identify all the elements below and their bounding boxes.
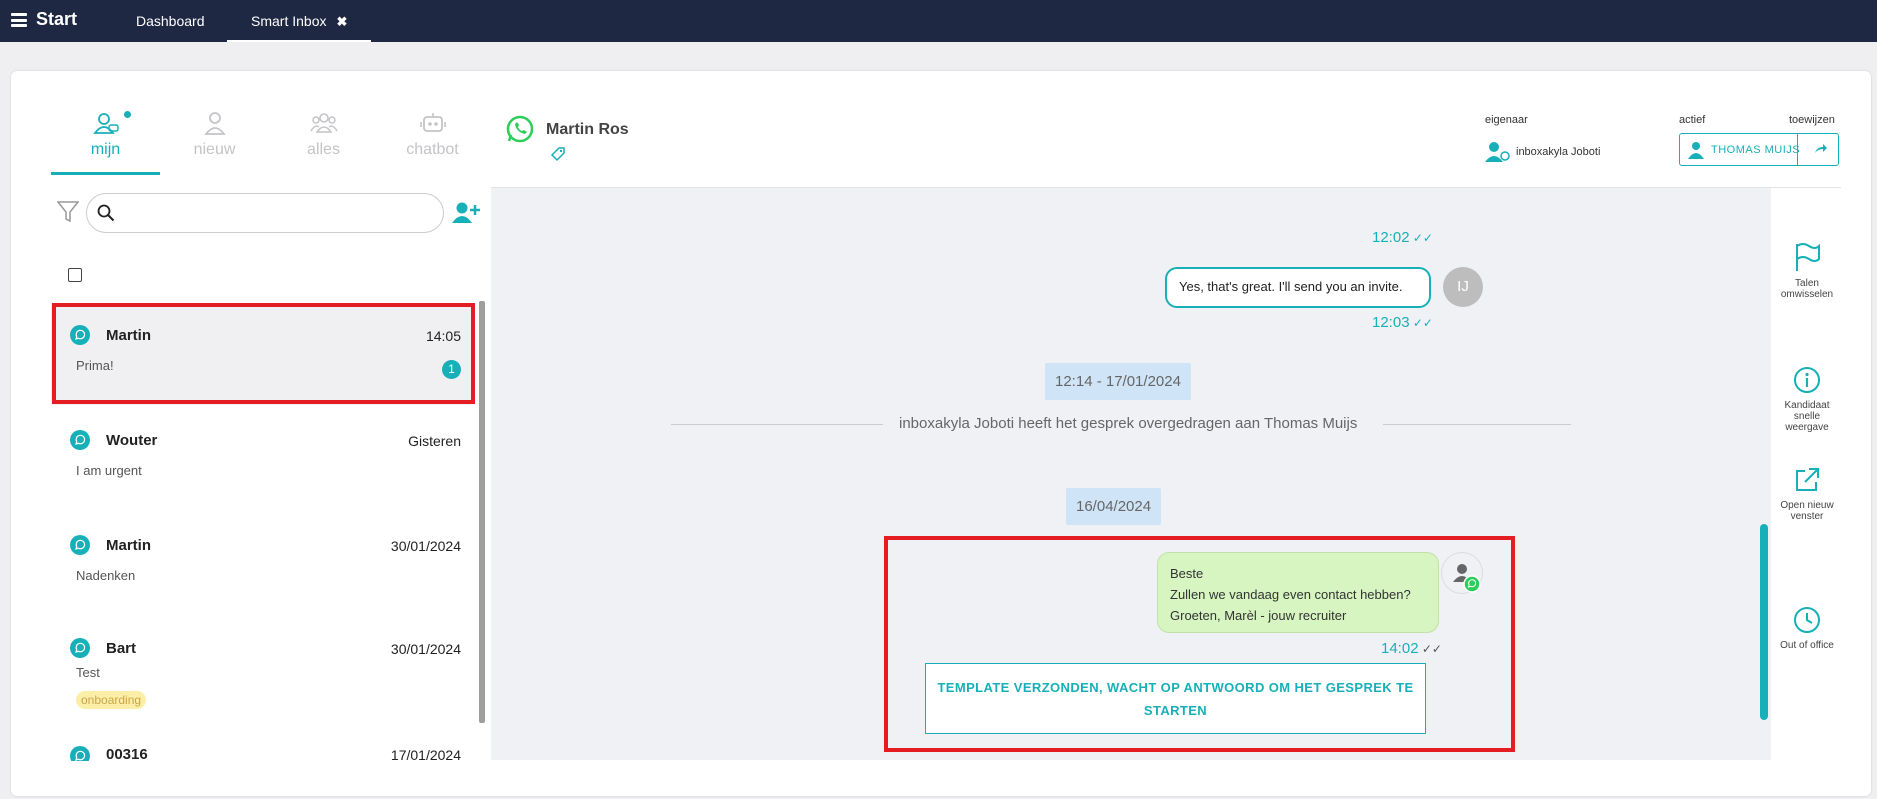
whatsapp-icon xyxy=(70,430,90,450)
out-of-office-action[interactable]: Out of office xyxy=(1779,606,1835,651)
whatsapp-icon xyxy=(70,535,90,555)
action-label: Open nieuw venster xyxy=(1780,500,1834,522)
filter-funnel-icon[interactable] xyxy=(57,200,79,224)
tab-mijn[interactable]: mijn xyxy=(51,111,160,175)
search-input[interactable] xyxy=(123,202,443,224)
tab-smart-inbox[interactable]: Smart Inbox ✖ xyxy=(227,0,371,42)
action-label: Talen omwisselen xyxy=(1780,278,1834,300)
notification-dot xyxy=(124,111,131,118)
tab-nieuw[interactable]: nieuw xyxy=(160,111,269,175)
assign-label: toewijzen xyxy=(1789,114,1835,126)
label-tag: onboarding xyxy=(76,691,147,709)
hamburger-menu-icon[interactable] xyxy=(11,13,27,27)
tab-chatbot-label: chatbot xyxy=(406,141,459,158)
assignee-control: THOMAS MUIJS xyxy=(1679,133,1839,166)
conversation-item-00316[interactable]: 00316 17/01/2024 xyxy=(51,724,471,761)
conversation-name: Wouter xyxy=(106,432,158,449)
robot-icon xyxy=(419,113,446,132)
external-link-icon xyxy=(1796,468,1819,491)
double-check-icon: ✓✓ xyxy=(1409,231,1433,245)
search-box xyxy=(86,193,444,233)
user-icon xyxy=(203,112,226,135)
outgoing-message: Yes, that's great. I'll send you an invi… xyxy=(1165,267,1431,308)
conversation-item-wouter[interactable]: Wouter Gisteren I am urgent xyxy=(51,409,471,509)
divider-line xyxy=(671,424,883,425)
conversation-time: 17/01/2024 xyxy=(390,747,461,761)
flag-icon xyxy=(1796,243,1820,271)
action-label: Out of office xyxy=(1780,640,1834,651)
users-group-icon xyxy=(309,113,338,133)
select-all-checkbox[interactable] xyxy=(68,268,82,282)
message-time: 12:03 ✓✓ xyxy=(1372,314,1433,331)
chat-scrollbar[interactable] xyxy=(1760,524,1768,720)
tab-mijn-label: mijn xyxy=(90,141,121,158)
open-new-window-action[interactable]: Open nieuw venster xyxy=(1779,466,1835,522)
conversation-preview: I am urgent xyxy=(76,463,142,478)
list-scrollbar[interactable] xyxy=(479,301,485,723)
conversation-preview: Nadenken xyxy=(76,568,136,583)
assignee-button[interactable]: THOMAS MUIJS xyxy=(1711,144,1800,156)
whatsapp-icon xyxy=(70,638,90,658)
conversation-name: 00316 xyxy=(106,746,148,761)
tab-alles[interactable]: alles xyxy=(269,111,378,175)
conversation-item-bart[interactable]: Bart 30/01/2024 Test onboarding xyxy=(51,619,471,719)
add-contact-icon[interactable] xyxy=(452,201,480,225)
forward-icon[interactable] xyxy=(1813,143,1827,155)
tab-chatbot[interactable]: chatbot xyxy=(378,111,487,175)
date-separator: 16/04/2024 xyxy=(1066,488,1162,525)
tab-dashboard[interactable]: Dashboard xyxy=(136,0,205,42)
message-time-value: 12:03 xyxy=(1372,314,1410,331)
owner-name: inboxakyla Joboti xyxy=(1516,146,1601,158)
tag-icon[interactable] xyxy=(550,146,566,162)
contact-name: Martin Ros xyxy=(546,121,629,138)
conversation-time: Gisteren xyxy=(408,433,461,449)
system-message: inboxakyla Joboti heeft het gesprek over… xyxy=(899,415,1358,432)
divider-line xyxy=(1383,424,1571,425)
search-icon xyxy=(97,204,115,222)
conversation-preview: Test xyxy=(76,665,100,680)
close-icon[interactable]: ✖ xyxy=(336,14,347,29)
avatar: IJ xyxy=(1443,267,1483,307)
tab-nieuw-label: nieuw xyxy=(193,141,236,158)
active-label: actief xyxy=(1679,114,1706,126)
conversation-time: 30/01/2024 xyxy=(390,641,461,657)
tab-smart-inbox-label: Smart Inbox xyxy=(251,13,327,29)
date-separator: 12:14 - 17/01/2024 xyxy=(1045,363,1191,400)
whatsapp-icon xyxy=(70,746,90,761)
highlight-box xyxy=(884,536,1515,752)
owner-label: eigenaar xyxy=(1485,114,1528,126)
whatsapp-icon xyxy=(506,115,534,143)
owner-user-icon xyxy=(1485,142,1510,162)
tab-alles-label: alles xyxy=(307,141,340,158)
selection-highlight xyxy=(52,303,475,404)
assignee-user-icon xyxy=(1688,142,1704,159)
conversation-name: Martin xyxy=(106,537,151,554)
action-label: Kandidaat snelle weergave xyxy=(1784,400,1830,433)
info-icon xyxy=(1794,367,1820,393)
clock-icon xyxy=(1794,607,1820,633)
candidate-quickview-action[interactable]: Kandidaat snelle weergave xyxy=(1779,366,1835,433)
brand-title[interactable]: Start xyxy=(36,9,77,30)
conversation-time: 30/01/2024 xyxy=(390,538,461,554)
conversation-item-martin-2[interactable]: Martin 30/01/2024 Nadenken xyxy=(51,514,471,614)
top-bar: Start Dashboard Smart Inbox ✖ xyxy=(0,0,1877,42)
switch-language-action[interactable]: Talen omwisselen xyxy=(1779,242,1835,300)
double-check-icon: ✓✓ xyxy=(1409,316,1433,330)
user-chat-icon xyxy=(92,113,119,134)
message-time-value: 12:02 xyxy=(1372,229,1410,246)
conversation-name: Bart xyxy=(106,640,137,657)
message-time: 12:02 ✓✓ xyxy=(1372,229,1433,246)
